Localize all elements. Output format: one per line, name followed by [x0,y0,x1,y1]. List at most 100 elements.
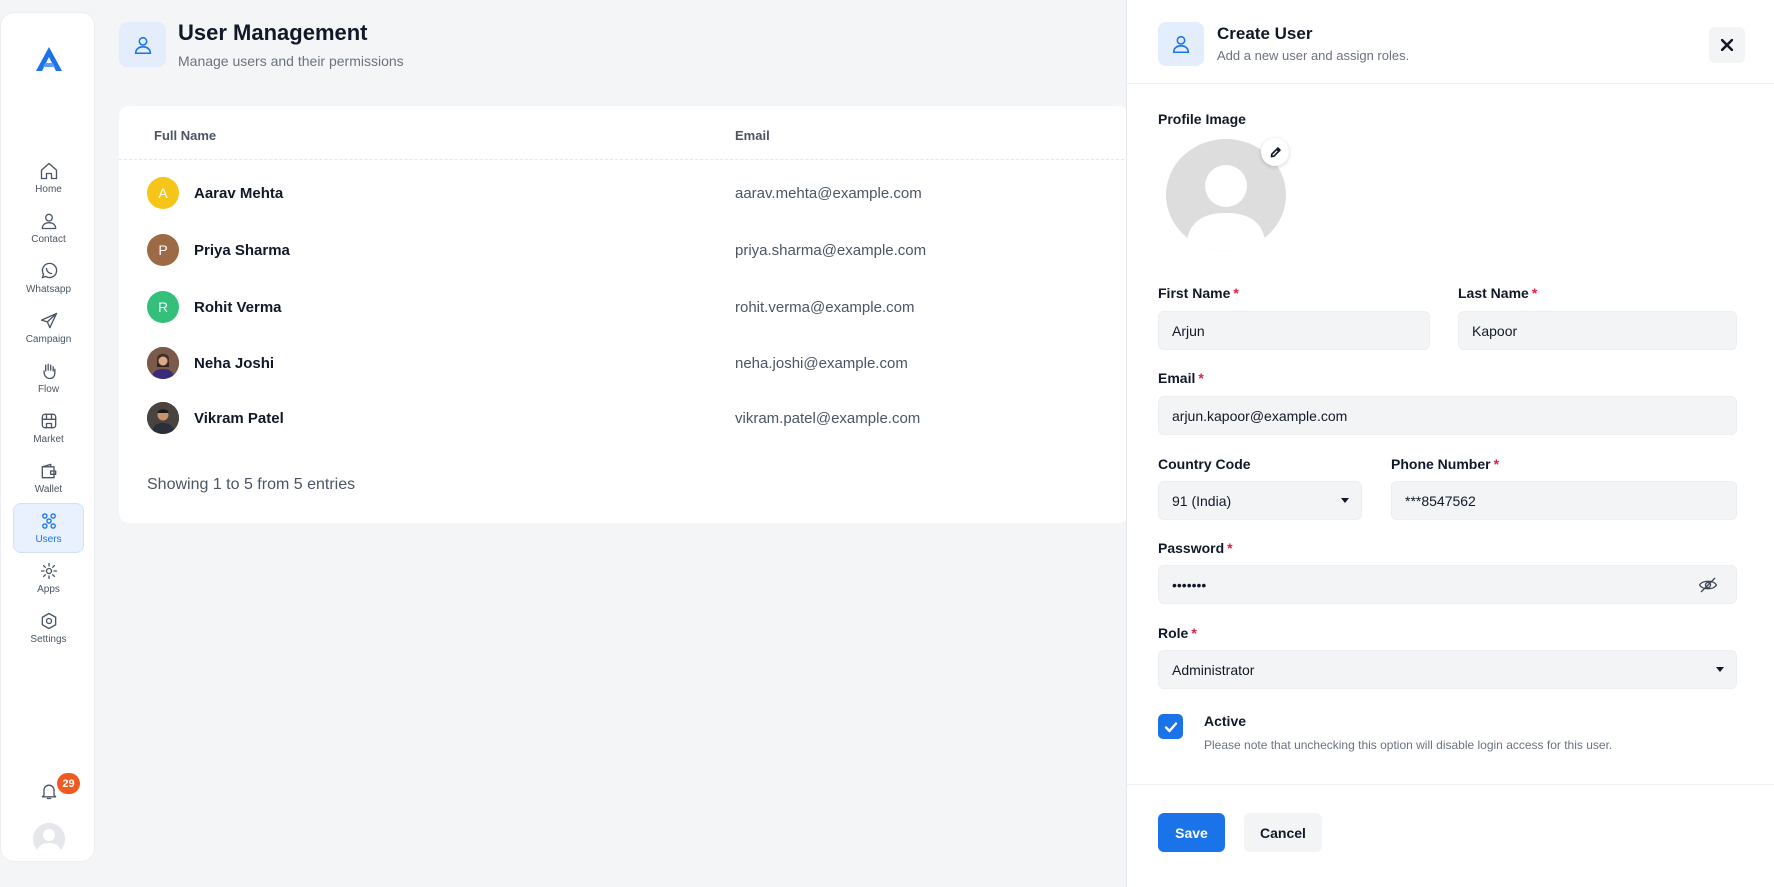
sidebar-item-apps[interactable]: Apps [13,553,84,603]
user-email: rohit.verma@example.com [735,299,915,316]
sidebar: Home Contact Whatsapp Campaign Flow Mark… [0,12,95,862]
caret-down-icon [1341,498,1349,503]
apps-icon [40,562,57,580]
home-icon [40,162,57,180]
role-select[interactable]: Administrator [1158,650,1737,689]
contact-icon [41,213,56,230]
table-row[interactable]: R Rohit Verma rohit.verma@example.com [119,282,1129,332]
user-name: Vikram Patel [194,410,284,427]
sidebar-item-label: Campaign [25,334,72,345]
close-button[interactable] [1709,27,1745,63]
edit-profile-image-button[interactable] [1261,138,1289,166]
phone-number-field[interactable]: ***8547562 [1391,481,1737,520]
table-row[interactable]: Vikram Patel vikram.patel@example.com [119,393,1129,443]
page-subtitle: Manage users and their permissions [178,53,404,69]
flow-icon [42,363,55,380]
email-label: Email * [1158,370,1204,386]
page-title: User Management [178,20,368,45]
profile-image-label: Profile Image [1158,111,1246,127]
active-checkbox[interactable] [1158,714,1183,739]
user-name: Neha Joshi [194,355,275,372]
sidebar-item-settings[interactable]: Settings [13,603,84,653]
user-icon [1158,22,1204,66]
whatsapp-icon [41,262,57,279]
user-icon [119,22,166,67]
cancel-button[interactable]: Cancel [1244,813,1322,852]
sidebar-item-label: Contact [31,234,66,245]
role-value: Administrator [1172,661,1255,678]
caret-down-icon [1716,667,1724,672]
app-logo-icon[interactable] [33,43,65,75]
notification-badge: 29 [57,773,80,794]
wallet-icon [41,463,56,479]
password-field[interactable]: ••••••• [1158,565,1737,604]
email-field[interactable]: arjun.kapoor@example.com [1158,396,1737,435]
password-label: Password * [1158,540,1233,556]
sidebar-item-campaign[interactable]: Campaign [13,303,84,353]
user-email: aarav.mehta@example.com [735,185,922,202]
checkmark-icon [1164,721,1177,732]
table-row[interactable]: P Priya Sharma priya.sharma@example.com [119,225,1129,275]
phone-number-label: Phone Number * [1391,456,1500,472]
last-name-field[interactable]: Kapoor [1458,311,1737,350]
table-row[interactable]: Neha Joshi neha.joshi@example.com [119,338,1129,388]
role-label: Role * [1158,625,1197,641]
bell-icon[interactable] [39,781,59,801]
drawer-title: Create User [1217,24,1313,43]
avatar: P [147,234,179,266]
pencil-icon [1270,146,1281,157]
users-icon [41,513,56,529]
create-user-drawer: Create User Add a new user and assign ro… [1126,0,1774,887]
sidebar-item-label: Users [35,534,62,545]
avatar: R [147,291,179,323]
user-email: neha.joshi@example.com [735,355,908,372]
sidebar-item-label: Market [33,434,64,445]
avatar[interactable] [33,823,65,855]
password-value: ••••••• [1172,576,1207,593]
sidebar-item-market[interactable]: Market [13,403,84,453]
avatar [147,402,179,434]
first-name-label: First Name * [1158,285,1239,301]
sidebar-item-label: Settings [30,634,67,645]
country-code-value: 91 (India) [1172,492,1232,509]
footer-divider [1127,784,1774,785]
eye-off-icon[interactable] [1698,575,1718,595]
sidebar-item-contact[interactable]: Contact [13,203,84,253]
sidebar-item-label: Apps [37,584,60,595]
sidebar-item-home[interactable]: Home [13,153,84,203]
sidebar-item-label: Whatsapp [25,284,72,295]
user-name: Rohit Verma [194,299,282,316]
column-header-email[interactable]: Email [735,128,770,143]
avatar [147,347,179,379]
pagination-summary: Showing 1 to 5 from 5 entries [147,476,356,493]
active-note: Please note that unchecking this option … [1204,738,1613,752]
user-name: Priya Sharma [194,242,290,259]
sidebar-item-label: Flow [37,384,60,395]
avatar: A [147,177,179,209]
user-name: Aarav Mehta [194,185,284,202]
last-name-label: Last Name * [1458,285,1538,301]
sidebar-item-flow[interactable]: Flow [13,353,84,403]
active-label: Active [1204,713,1247,729]
sidebar-item-wallet[interactable]: Wallet [13,453,84,503]
send-icon [40,312,57,329]
user-email: priya.sharma@example.com [735,242,927,259]
save-button[interactable]: Save [1158,813,1225,852]
table-row[interactable]: A Aarav Mehta aarav.mehta@example.com [119,168,1129,218]
close-icon [1721,39,1733,51]
sidebar-item-label: Wallet [34,484,63,495]
users-table: Full Name Email A Aarav Mehta aarav.meht… [119,106,1129,523]
drawer-subtitle: Add a new user and assign roles. [1217,48,1410,63]
sidebar-item-label: Home [35,184,62,195]
column-header-full-name[interactable]: Full Name [154,128,216,143]
settings-icon [41,612,56,630]
sidebar-item-whatsapp[interactable]: Whatsapp [13,253,84,303]
header-divider [119,159,1129,160]
user-email: vikram.patel@example.com [735,410,921,427]
sidebar-item-users[interactable]: Users [13,503,84,553]
country-code-label: Country Code [1158,456,1251,472]
country-code-select[interactable]: 91 (India) [1158,481,1362,520]
first-name-field[interactable]: Arjun [1158,311,1430,350]
drawer-header: Create User Add a new user and assign ro… [1127,0,1774,84]
store-icon [41,413,56,429]
